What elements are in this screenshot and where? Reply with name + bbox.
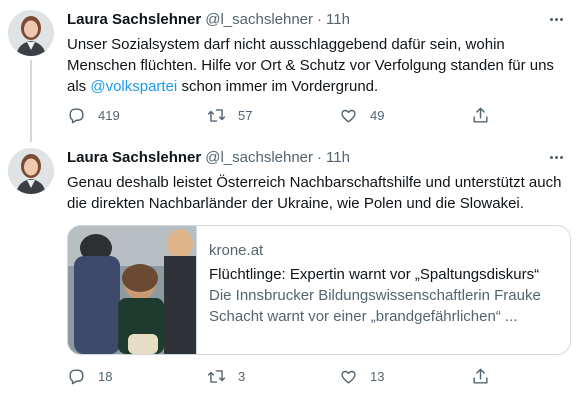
heart-icon (341, 109, 356, 123)
author-handle[interactable]: @l_sachslehner (205, 149, 313, 166)
reply-button[interactable]: 18 (67, 367, 112, 386)
share-icon (473, 107, 488, 123)
avatar[interactable] (8, 10, 54, 56)
link-preview-card[interactable]: krone.at Flüchtlinge: Expertin warnt vor… (67, 225, 571, 355)
like-count: 13 (370, 368, 385, 384)
reply-count: 18 (98, 368, 113, 384)
share-button[interactable] (471, 367, 490, 386)
reply-count: 419 (98, 107, 120, 123)
tweet-timestamp[interactable]: 11h (326, 149, 350, 166)
card-thumbnail[interactable] (68, 226, 197, 354)
share-icon (473, 368, 488, 384)
card-domain: krone.at (209, 242, 264, 259)
card-image-icon (68, 226, 196, 354)
reply-icon (69, 368, 84, 384)
heart-icon (341, 370, 356, 384)
share-button[interactable] (471, 106, 490, 125)
author-name[interactable]: Laura Sachslehner (67, 149, 201, 166)
tweet-content: Laura Sachslehner @l_sachslehner · 11h U… (67, 8, 567, 123)
tweet[interactable]: Laura Sachslehner @l_sachslehner · 11h U… (0, 0, 581, 142)
retweet-button[interactable]: 57 (207, 106, 252, 125)
like-button[interactable]: 49 (339, 106, 384, 125)
retweet-count: 57 (238, 107, 253, 123)
author-name[interactable]: Laura Sachslehner (67, 11, 201, 28)
author-handle[interactable]: @l_sachslehner (205, 11, 313, 28)
separator-dot: · (317, 148, 323, 166)
tweet-text: Unser Sozialsystem darf nicht ausschlagg… (67, 34, 567, 97)
more-icon[interactable] (545, 150, 567, 164)
card-body: krone.at Flüchtlinge: Expertin warnt vor… (197, 226, 570, 354)
avatar[interactable] (8, 148, 54, 194)
like-button[interactable]: 13 (339, 367, 384, 386)
tweet-timestamp[interactable]: 11h (326, 11, 350, 28)
tweet-content: Laura Sachslehner @l_sachslehner · 11h G… (67, 146, 571, 384)
avatar-column (8, 148, 54, 194)
thread-connector-line (30, 60, 32, 142)
separator-dot: · (317, 10, 323, 28)
retweet-icon (207, 369, 226, 383)
tweet-text: Genau deshalb leistet Österreich Nachbar… (67, 174, 562, 212)
avatar-column (8, 10, 54, 56)
tweet-actions: 419 57 49 (67, 105, 497, 125)
tweet-header: Laura Sachslehner @l_sachslehner · 11h (67, 146, 567, 168)
reply-button[interactable]: 419 (67, 106, 120, 125)
tweet-header: Laura Sachslehner @l_sachslehner · 11h (67, 8, 567, 30)
like-count: 49 (370, 107, 385, 123)
tweet-text-part: schon immer im Vordergrund. (177, 78, 379, 95)
tweet[interactable]: Laura Sachslehner @l_sachslehner · 11h G… (0, 142, 581, 405)
retweet-count: 3 (238, 368, 246, 384)
mention-link[interactable]: @volkspartei (90, 78, 177, 95)
retweet-icon (207, 108, 226, 122)
card-title: Flüchtlinge: Expertin warnt vor „Spaltun… (209, 266, 540, 283)
tweet-actions: 18 3 13 (67, 366, 497, 386)
more-icon[interactable] (545, 12, 567, 26)
tweet-thread: Laura Sachslehner @l_sachslehner · 11h U… (0, 0, 581, 405)
reply-icon (69, 107, 84, 123)
retweet-button[interactable]: 3 (207, 367, 245, 386)
card-description: Die Innsbrucker Bildungswissenschaftleri… (209, 287, 541, 325)
